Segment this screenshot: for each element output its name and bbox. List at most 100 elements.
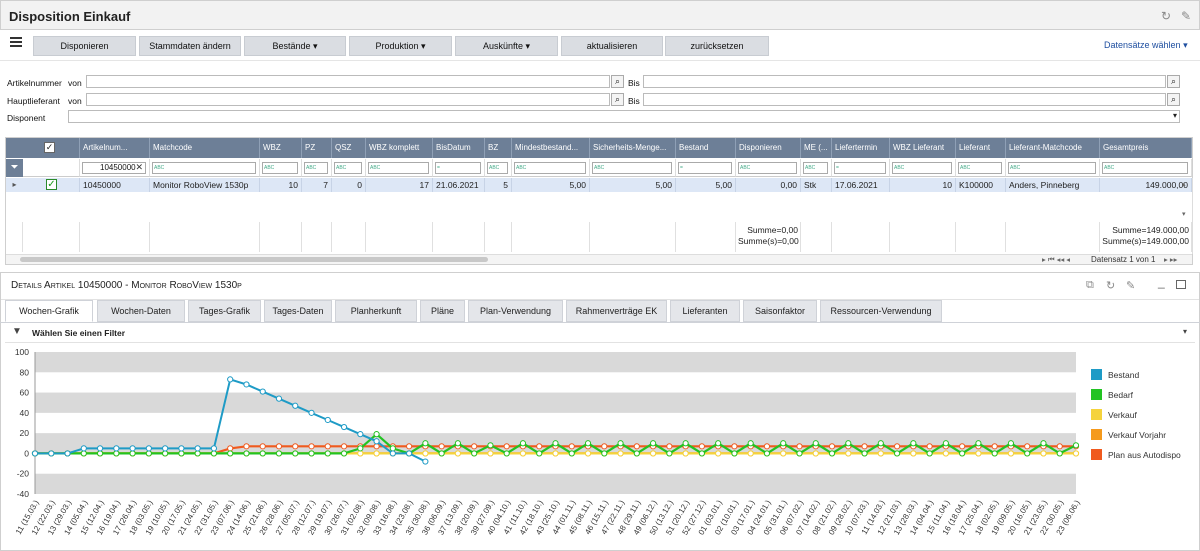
column-header[interactable]: WBZ (260, 138, 302, 158)
filter-cell[interactable]: = (433, 159, 485, 177)
table-cell[interactable]: 21.06.2021 (433, 178, 485, 192)
filter-cell[interactable]: ABC (956, 159, 1006, 177)
search-icon[interactable]: ⌕ (1167, 93, 1180, 106)
chevron-down-icon[interactable]: ▾ (1183, 327, 1187, 336)
horizontal-scrollbar[interactable] (20, 257, 488, 262)
toolbar-button-1[interactable]: Stammdaten ändern (139, 36, 241, 56)
filter-input[interactable]: ABC (152, 162, 256, 174)
column-header[interactable]: PZ (302, 138, 332, 158)
column-header[interactable]: ME (... (801, 138, 832, 158)
dispatcher-select[interactable]: ▾ (68, 110, 1180, 123)
table-cell[interactable]: 17.06.2021 (832, 178, 890, 192)
filter-input[interactable]: ABC (304, 162, 328, 174)
filter-input[interactable]: ABC (514, 162, 586, 174)
column-header[interactable]: Disponieren (736, 138, 801, 158)
search-icon[interactable]: ⌕ (611, 93, 624, 106)
filter-input[interactable]: ABC (1008, 162, 1096, 174)
filter-cell[interactable]: ABC (1006, 159, 1100, 177)
filter-cell[interactable]: ABC (332, 159, 366, 177)
select-all-header[interactable]: ✓ (6, 138, 80, 158)
column-header[interactable]: Artikelnum... (80, 138, 150, 158)
filter-input[interactable]: = (678, 162, 732, 174)
tab-10[interactable]: Ressourcen-Verwendung (820, 300, 942, 322)
tab-7[interactable]: Rahmenverträge EK (566, 300, 667, 322)
filter-input[interactable]: ABC (487, 162, 508, 174)
table-cell[interactable]: K100000 (956, 178, 1006, 192)
tab-9[interactable]: Saisonfaktor (743, 300, 817, 322)
column-header[interactable]: Mindestbestand... (512, 138, 590, 158)
table-cell[interactable]: Stk (801, 178, 832, 192)
checkbox-icon[interactable]: ✓ (46, 179, 57, 190)
row-select-cell[interactable]: ✓ (23, 178, 80, 192)
filter-input[interactable]: ABC (803, 162, 828, 174)
filter-input[interactable]: ABC (892, 162, 952, 174)
filter-input[interactable]: ABC (592, 162, 672, 174)
toolbar-button-3[interactable]: Produktion ▾ (349, 36, 452, 56)
article-to-input[interactable] (643, 75, 1166, 88)
tab-1[interactable]: Wochen-Daten (97, 300, 185, 322)
table-cell[interactable]: 5,00 (590, 178, 676, 192)
filter-cell[interactable]: ABC (736, 159, 801, 177)
filter-cell[interactable]: ABC (590, 159, 676, 177)
pager-first-icon[interactable]: ▸ ⏮ ◂◂ ◂ (1042, 255, 1070, 265)
table-cell[interactable]: 149.000,00 (1100, 178, 1192, 192)
table-cell[interactable]: 10 (260, 178, 302, 192)
toolbar-button-2[interactable]: Bestände ▾ (244, 36, 346, 56)
wrench-icon[interactable]: ✎ (1181, 9, 1191, 23)
column-header[interactable]: BisDatum (433, 138, 485, 158)
toolbar-button-0[interactable]: Disponieren (33, 36, 136, 56)
table-cell[interactable]: 17 (366, 178, 433, 192)
search-icon[interactable]: ⌕ (1167, 75, 1180, 88)
supplier-from-input[interactable] (86, 93, 610, 106)
filter-cell[interactable]: ABC (890, 159, 956, 177)
filter-cell[interactable]: = (832, 159, 890, 177)
filter-input[interactable]: = (435, 162, 481, 174)
tab-2[interactable]: Tages-Grafik (188, 300, 261, 322)
scroll-down-icon[interactable]: ▾ (1182, 210, 1186, 218)
filter-cell[interactable]: ABC (366, 159, 433, 177)
toolbar-button-4[interactable]: Auskünfte ▾ (455, 36, 558, 56)
pager-next-icon[interactable]: ▸ ▸▸ (1164, 255, 1177, 264)
column-header[interactable]: Sicherheits-Menge... (590, 138, 676, 158)
tab-5[interactable]: Pläne (420, 300, 465, 322)
column-header[interactable]: WBZ Lieferant (890, 138, 956, 158)
select-records-dropdown[interactable]: Datensätze wählen ▾ (1104, 40, 1188, 51)
filter-cell[interactable]: ABC (485, 159, 512, 177)
column-header[interactable]: Liefertermin (832, 138, 890, 158)
filter-input[interactable]: = (834, 162, 886, 174)
table-cell[interactable]: 7 (302, 178, 332, 192)
table-cell[interactable]: 5 (485, 178, 512, 192)
scroll-up-icon[interactable]: ▴ (1182, 180, 1186, 188)
table-cell[interactable]: 0 (332, 178, 366, 192)
clear-icon[interactable]: ✕ (135, 163, 143, 172)
table-cell[interactable]: 10 (890, 178, 956, 192)
toolbar-button-6[interactable]: zurücksetzen (665, 36, 769, 56)
filter-row-icon[interactable]: ⏷ (6, 159, 23, 177)
tab-3[interactable]: Tages-Daten (264, 300, 332, 322)
filter-input[interactable]: ABC (368, 162, 429, 174)
column-header[interactable]: Lieferant-Matchcode (1006, 138, 1100, 158)
filter-cell[interactable]: ABC (1100, 159, 1192, 177)
maximize-icon[interactable] (1176, 280, 1186, 289)
filter-input[interactable]: ABC (958, 162, 1002, 174)
refresh-icon[interactable]: ↻ (1161, 9, 1171, 23)
table-cell[interactable]: 0,00 (736, 178, 801, 192)
refresh-icon[interactable]: ↻ (1106, 279, 1115, 292)
filter-icon[interactable]: ▼ (12, 326, 22, 337)
table-cell[interactable]: 5,00 (512, 178, 590, 192)
column-header[interactable]: QSZ (332, 138, 366, 158)
table-cell[interactable]: 5,00 (676, 178, 736, 192)
filter-input[interactable]: ABC (738, 162, 797, 174)
table-cell[interactable]: Monitor RoboView 1530p (150, 178, 260, 192)
filter-input[interactable]: 10450000 ✕ (82, 162, 146, 174)
filter-cell[interactable]: ABC (260, 159, 302, 177)
filter-cell[interactable]: = (676, 159, 736, 177)
filter-input[interactable]: ABC (1102, 162, 1188, 174)
supplier-to-input[interactable] (643, 93, 1166, 106)
copy-icon[interactable]: ⧉ (1086, 279, 1094, 292)
checkbox-icon[interactable]: ✓ (44, 142, 55, 153)
wrench-icon[interactable]: ✎ (1126, 279, 1135, 292)
tab-6[interactable]: Plan-Verwendung (468, 300, 563, 322)
filter-cell[interactable]: ABC (801, 159, 832, 177)
column-header[interactable]: Matchcode (150, 138, 260, 158)
